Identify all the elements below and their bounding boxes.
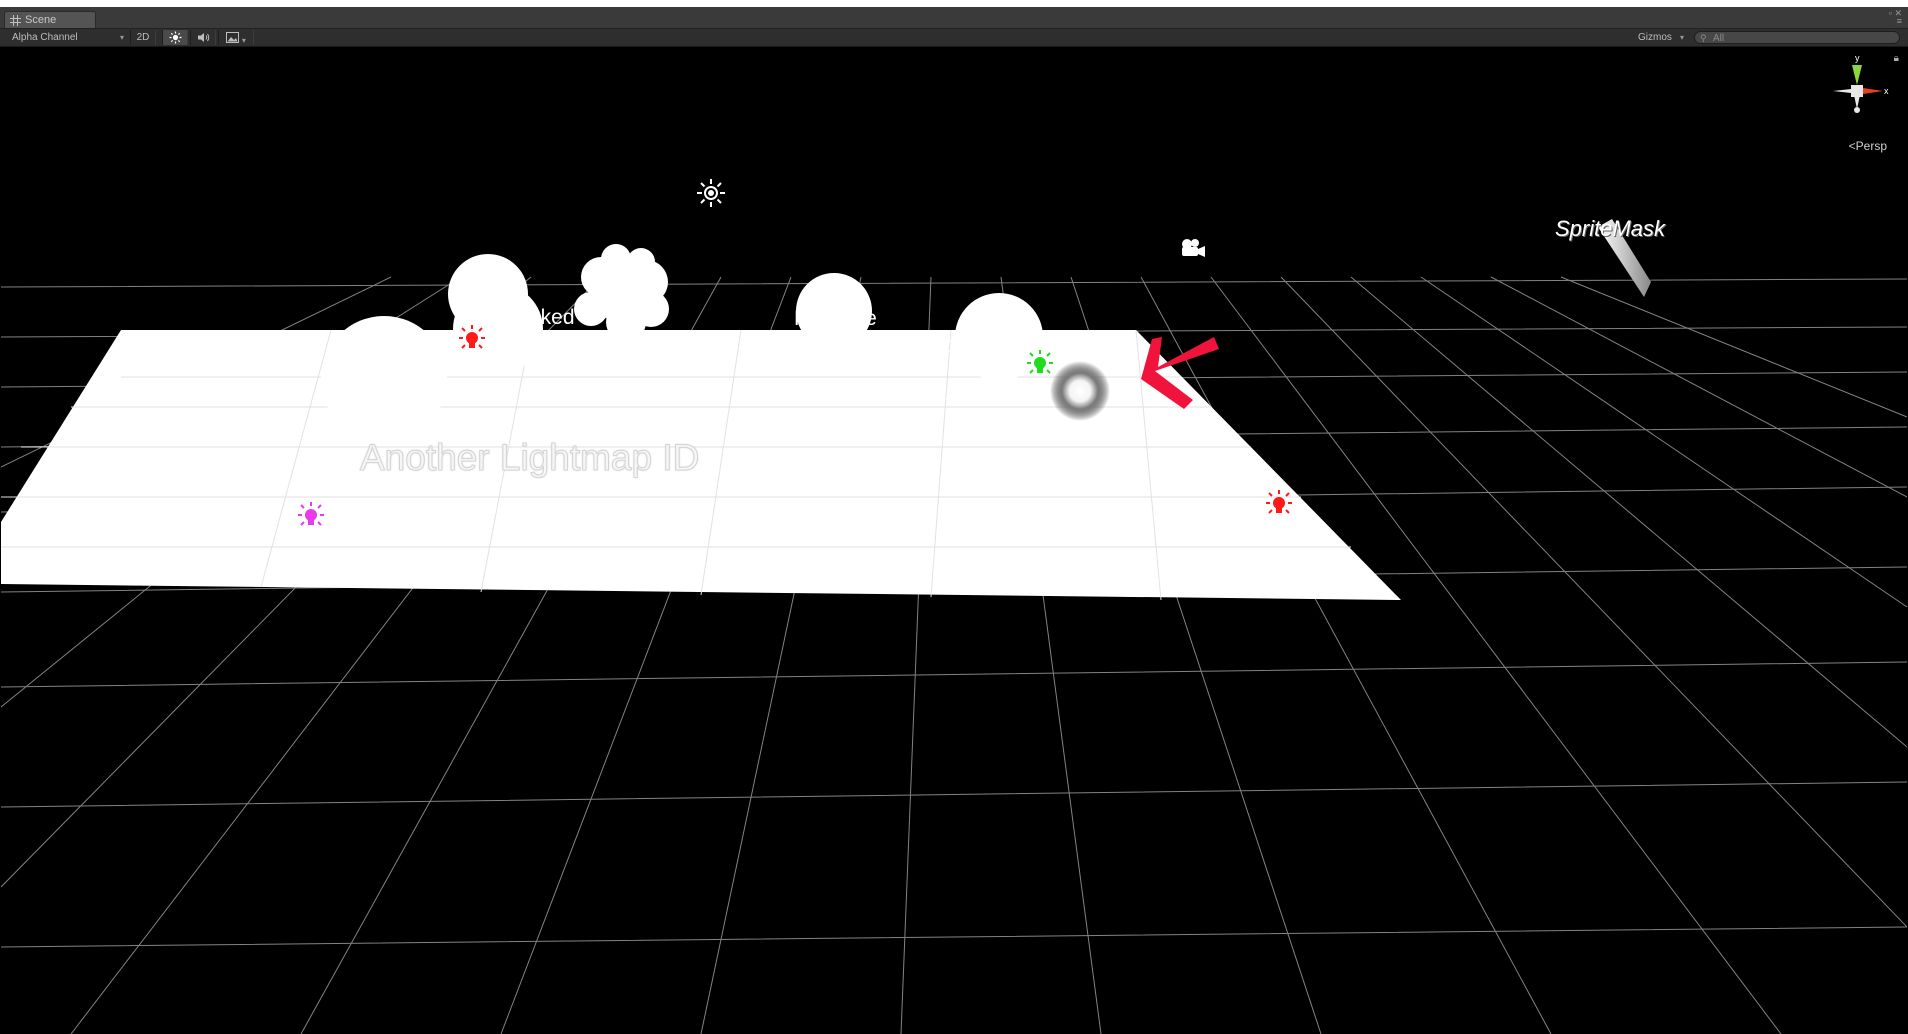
tab-scene[interactable]: Scene xyxy=(4,11,96,28)
sun-icon xyxy=(169,31,181,44)
search-icon: ⚲ xyxy=(1700,33,1707,43)
label-baked: Baked xyxy=(515,306,575,329)
2d-mode-label: 2D xyxy=(136,32,150,43)
gizmo-y-label: y xyxy=(1855,53,1860,63)
scene-render xyxy=(1,219,1907,1034)
window-top-border xyxy=(0,0,1908,7)
gizmos-dropdown[interactable]: Gizmos ▾ xyxy=(1632,30,1688,45)
camera-icon[interactable] xyxy=(1178,237,1208,259)
label-realtime: Realtime xyxy=(794,307,877,330)
gizmo-y-cone[interactable] xyxy=(1852,65,1862,85)
scene-audio-toggle[interactable] xyxy=(190,30,216,45)
chevron-down-icon: ▾ xyxy=(119,33,124,42)
window-controls[interactable]: ▫ ✕ ≡ xyxy=(1889,9,1902,26)
noisy-sphere xyxy=(574,244,669,342)
gizmo-center[interactable] xyxy=(1851,85,1863,97)
lightbulb-icon[interactable] xyxy=(1024,348,1056,380)
search-placeholder: All xyxy=(1713,33,1725,44)
shading-mode-dropdown[interactable]: Alpha Channel ▾ xyxy=(0,30,128,45)
label-lightmap-id: Another Lightmap ID xyxy=(359,437,700,479)
label-deferred: Deferred xyxy=(1055,334,1137,357)
lock-icon[interactable]: 🔒︎ xyxy=(1894,53,1899,64)
lightbulb-icon[interactable] xyxy=(1263,488,1295,520)
grid-icon xyxy=(10,15,21,26)
scene-lighting-toggle[interactable] xyxy=(162,30,188,45)
tab-title: Scene xyxy=(25,14,57,26)
speaker-icon xyxy=(197,33,209,42)
scene-viewport[interactable]: Baked Realtime Forward Deferred Another … xyxy=(1,47,1907,1034)
image-icon xyxy=(226,32,240,43)
scene-toolbar: Alpha Channel ▾ 2D ▾ Gizmos ▾ ⚲ All xyxy=(0,29,1908,47)
search-input[interactable]: ⚲ All xyxy=(1694,31,1900,44)
sphere-deferred-glow xyxy=(1050,361,1110,421)
2d-mode-button[interactable]: 2D xyxy=(130,30,156,45)
chevron-down-icon: ▾ xyxy=(241,36,246,45)
gizmo-down-cone[interactable] xyxy=(1854,95,1860,109)
scene-effects-dropdown[interactable]: ▾ xyxy=(218,30,254,45)
sphere-left-large xyxy=(321,316,447,442)
projection-text: Persp xyxy=(1855,139,1887,153)
gizmos-label: Gizmos xyxy=(1638,32,1672,43)
projection-label[interactable]: <Persp xyxy=(1849,139,1887,153)
gizmo-negx-cone[interactable] xyxy=(1833,89,1851,93)
sun-icon[interactable] xyxy=(696,178,726,208)
gizmo-x-cone[interactable] xyxy=(1863,88,1883,94)
orientation-gizmo[interactable]: y x xyxy=(1817,51,1897,131)
gizmo-x-label: x xyxy=(1884,86,1889,96)
lightbulb-icon[interactable] xyxy=(295,500,327,532)
menu-icon[interactable]: ≡ xyxy=(1889,17,1902,26)
label-forward: Forward xyxy=(931,334,1009,357)
lightbulb-icon[interactable] xyxy=(456,323,488,355)
ground-plane xyxy=(1,330,1401,600)
label-spritemask: SpriteMask xyxy=(1555,216,1666,241)
tab-bar: Scene ▫ ✕ ≡ xyxy=(0,7,1908,29)
chevron-down-icon: ▾ xyxy=(1679,33,1684,42)
shading-mode-label: Alpha Channel xyxy=(12,32,78,43)
